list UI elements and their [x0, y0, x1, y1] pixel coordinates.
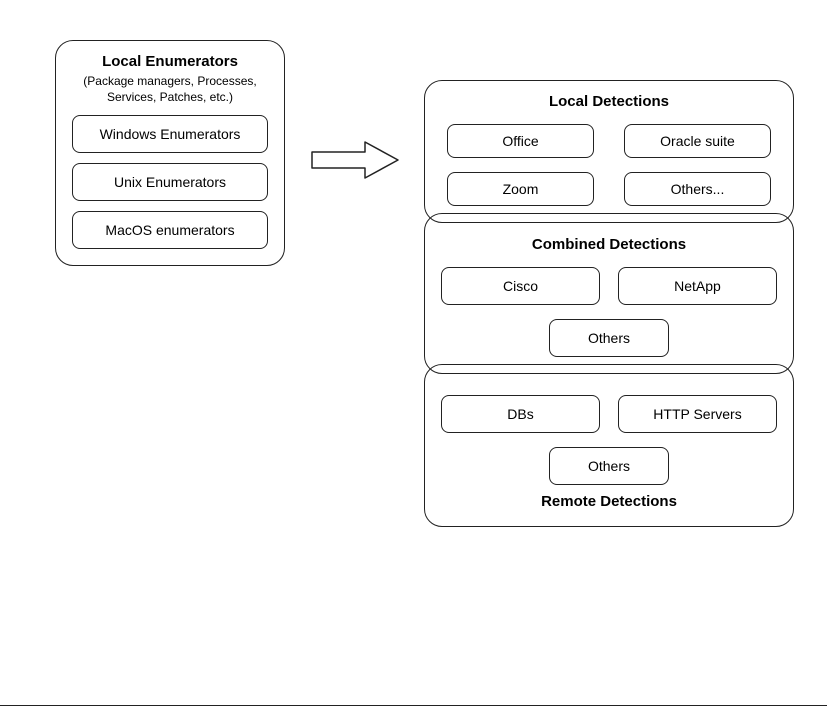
- local-enumerators-panel: Local Enumerators (Package managers, Pro…: [55, 40, 285, 266]
- local-det-zoom: Zoom: [447, 172, 594, 206]
- detections-stack: Local Detections Office Oracle suite Zoo…: [424, 80, 794, 527]
- enumerator-macos: MacOS enumerators: [72, 211, 268, 249]
- local-det-others: Others...: [624, 172, 771, 206]
- local-enumerators-title: Local Enumerators: [72, 53, 268, 70]
- combined-detections-title: Combined Detections: [441, 236, 777, 253]
- remote-detections-title: Remote Detections: [441, 493, 777, 510]
- combined-det-netapp: NetApp: [618, 267, 777, 305]
- remote-detections-panel: DBs HTTP Servers Others Remote Detection…: [424, 364, 794, 527]
- combined-det-others: Others: [549, 319, 669, 357]
- enumerator-unix: Unix Enumerators: [72, 163, 268, 201]
- local-det-oracle: Oracle suite: [624, 124, 771, 158]
- diagram-canvas: Local Enumerators (Package managers, Pro…: [0, 0, 827, 712]
- arrow-icon: [310, 140, 400, 180]
- remote-det-others: Others: [549, 447, 669, 485]
- local-detections-panel: Local Detections Office Oracle suite Zoo…: [424, 80, 794, 223]
- local-det-office: Office: [447, 124, 594, 158]
- local-enumerators-subtitle: (Package managers, Processes, Services, …: [72, 74, 268, 105]
- remote-det-http-servers: HTTP Servers: [618, 395, 777, 433]
- remote-det-dbs: DBs: [441, 395, 600, 433]
- enumerator-windows: Windows Enumerators: [72, 115, 268, 153]
- combined-detections-panel: Combined Detections Cisco NetApp Others: [424, 213, 794, 374]
- combined-det-cisco: Cisco: [441, 267, 600, 305]
- local-detections-title: Local Detections: [441, 93, 777, 110]
- footer-rule: [0, 705, 827, 706]
